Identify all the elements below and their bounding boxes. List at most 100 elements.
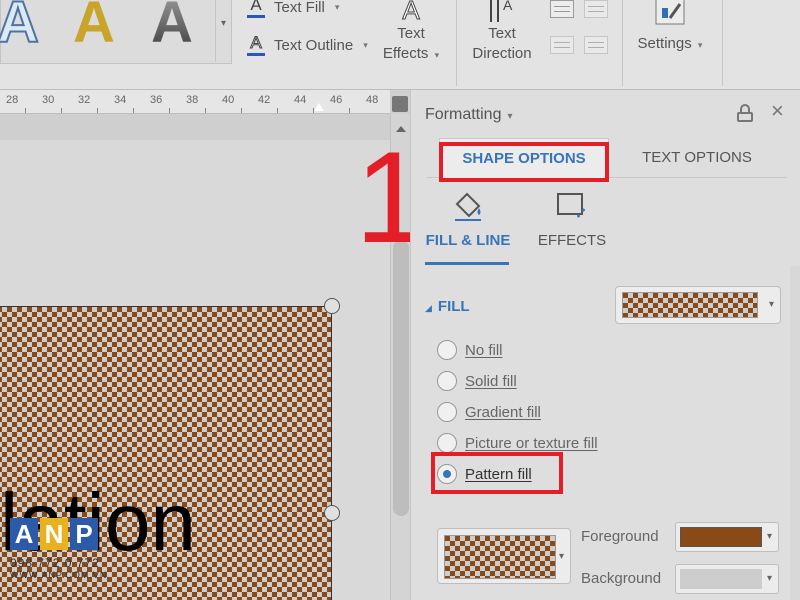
paint-bucket-icon [421, 190, 515, 232]
background-label: Background [581, 570, 662, 587]
lock-icon[interactable] [737, 104, 753, 122]
text-direction-label-line2: Direction [472, 45, 532, 62]
text-effects-icon: A [402, 0, 420, 25]
wordart-gallery[interactable]: A A A ▾ [0, 0, 232, 64]
ruler-number: 38 [186, 94, 199, 106]
align-text-icon[interactable] [550, 36, 574, 54]
radio-button[interactable] [437, 433, 457, 453]
ruler-indent-marker[interactable] [314, 103, 324, 111]
chevron-down-icon: ▾ [363, 39, 368, 50]
gallery-more-arrow[interactable]: ▾ [215, 0, 231, 62]
align-text-icon[interactable] [584, 36, 608, 54]
chevron-down-icon: ▾ [334, 1, 340, 12]
ruler-tick [25, 108, 26, 113]
panel-title-dropdown[interactable]: Formatting ▾ [425, 106, 513, 124]
text-effects-label-line1: Text [397, 25, 425, 42]
radio-label: Gradient fill [465, 403, 541, 421]
watermark-logo: A N P 098 772 0 772 WWW.ANP.COM.VN [10, 518, 110, 594]
ruler-toggle-icon[interactable] [392, 96, 408, 112]
active-subtab-indicator [425, 262, 509, 265]
shape-effects-icon [533, 190, 611, 232]
background-color-chip [680, 569, 762, 589]
foreground-color-chip [680, 527, 762, 547]
radio-solid-fill[interactable]: Solid fill [437, 371, 517, 391]
ruler-number: 40 [222, 94, 235, 106]
logo-website: WWW.ANP.COM.VN [10, 570, 108, 580]
radio-no-fill[interactable]: No fill [437, 340, 503, 360]
formatting-panel: Formatting ▾ × SHAPE OPTIONS TEXT OPTIONS… [410, 90, 800, 600]
text-effects-button[interactable]: A Text Effects ▾ [380, 0, 442, 65]
ribbon-toolbar: A A A ▾ A Text Fill ▾ A Text Outline ▾ A… [0, 0, 800, 90]
ribbon-separator [622, 0, 623, 86]
pattern-selector-dropdown[interactable]: ▾ [437, 528, 571, 584]
radio-button[interactable] [437, 402, 457, 422]
settings-wrench-icon [632, 0, 708, 25]
text-direction-icon: A [466, 0, 538, 24]
align-text-icon[interactable] [584, 0, 608, 18]
chevron-down-icon: ▾ [558, 551, 564, 562]
ruler-tick [169, 108, 170, 113]
text-direction-button[interactable]: A Text Direction [466, 0, 538, 64]
radio-label: Picture or texture fill [465, 434, 598, 452]
wordart-style-blue-outline[interactable]: A [0, 0, 40, 53]
align-text-icon[interactable] [550, 0, 574, 18]
subtab-fill-line[interactable]: FILL & LINE [421, 190, 515, 249]
ruler-number: 34 [114, 94, 127, 106]
panel-scrollbar[interactable] [790, 266, 800, 600]
radio-label: Solid fill [465, 372, 517, 390]
radio-gradient-fill[interactable]: Gradient fill [437, 402, 541, 422]
text-fill-label: Text Fill [274, 0, 325, 16]
subtab-effects-label: EFFECTS [537, 232, 607, 249]
ruler-number: 48 [366, 94, 379, 106]
ribbon-separator [456, 0, 457, 86]
chevron-down-icon: ▾ [768, 299, 774, 310]
highlight-box-shape-options [439, 142, 609, 182]
fill-section-header[interactable]: ◢ FILL [425, 298, 470, 315]
highlight-box-pattern-fill [431, 452, 563, 494]
logo-letter: A [10, 518, 38, 550]
resize-handle[interactable] [324, 298, 340, 314]
logo-letters: A N P [10, 518, 110, 550]
ruler-number: 28 [6, 94, 19, 106]
close-icon[interactable]: × [771, 100, 784, 122]
tab-text-options[interactable]: TEXT OPTIONS [617, 138, 777, 178]
logo-letter: P [70, 518, 98, 550]
settings-label: Settings ▾ [637, 35, 703, 52]
ruler-tick [133, 108, 134, 113]
ruler-number: 44 [294, 94, 307, 106]
wordart-style-gray-gradient[interactable]: A [151, 0, 193, 52]
resize-handle[interactable] [324, 505, 340, 521]
ruler-tick [97, 108, 98, 113]
radio-button[interactable] [437, 340, 457, 360]
radio-button[interactable] [437, 371, 457, 391]
settings-button[interactable]: Settings ▾ [632, 0, 708, 55]
logo-phone: 098 772 0 772 [10, 556, 100, 570]
logo-letter: N [40, 518, 68, 550]
text-fill-button[interactable]: A Text Fill ▾ [246, 0, 339, 18]
chevron-down-icon: ▾ [434, 50, 440, 60]
text-alignment-grid [546, 0, 610, 60]
scrollbar-thumb[interactable] [393, 240, 409, 516]
radio-picture-texture-fill[interactable]: Picture or texture fill [437, 433, 598, 453]
text-outline-button[interactable]: A Text Outline ▾ [246, 33, 368, 56]
subtab-effects[interactable]: EFFECTS [533, 190, 611, 249]
chevron-down-icon: ▾ [507, 111, 513, 122]
ruler-number: 42 [258, 94, 271, 106]
foreground-color-dropdown[interactable]: ▾ [675, 522, 779, 552]
subtab-fill-line-label: FILL & LINE [425, 232, 511, 249]
ruler-number: 30 [42, 94, 55, 106]
chevron-down-icon: ▾ [766, 531, 772, 542]
ruler-number: 36 [150, 94, 163, 106]
ruler-tick [349, 108, 350, 113]
chevron-down-icon: ▾ [766, 573, 772, 584]
wordart-style-gold[interactable]: A [73, 0, 115, 52]
ruler-number: 46 [330, 94, 343, 106]
ruler-number: 32 [78, 94, 91, 106]
text-fill-icon: A [246, 0, 266, 18]
background-color-dropdown[interactable]: ▾ [675, 564, 779, 594]
ruler-tick [241, 108, 242, 113]
fill-preset-dropdown[interactable]: ▾ [615, 286, 781, 324]
text-direction-label-line1: Text [488, 25, 516, 42]
collapse-triangle-icon: ◢ [425, 303, 432, 313]
ruler-tick [61, 108, 62, 113]
